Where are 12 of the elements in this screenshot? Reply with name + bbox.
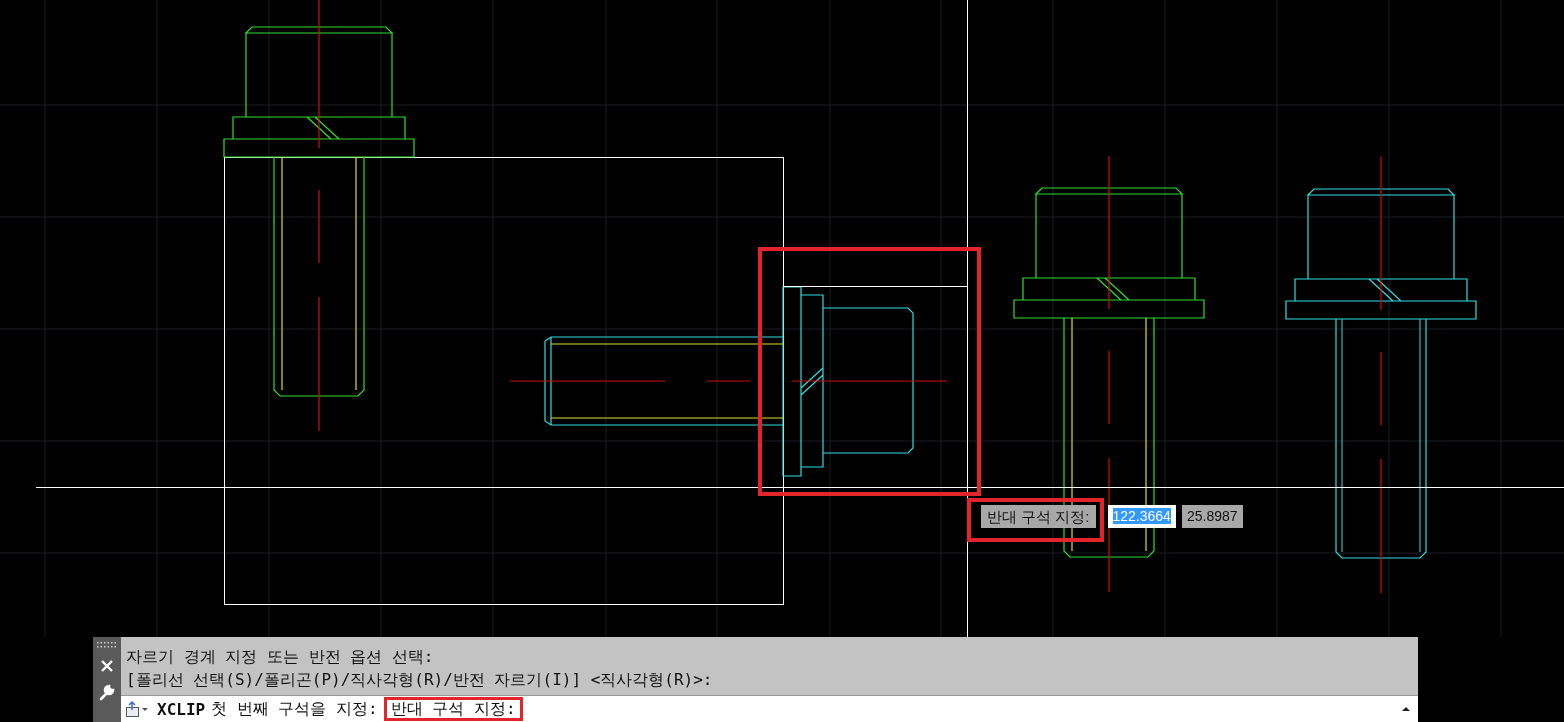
command-icon[interactable]	[125, 700, 151, 718]
grip-icon[interactable]	[97, 641, 117, 649]
close-icon[interactable]	[100, 659, 114, 673]
history-arrow-icon[interactable]	[1400, 704, 1412, 714]
wrench-icon[interactable]	[98, 683, 116, 701]
command-history-line: [폴리선 선택(S)/폴리곤(P)/직사각형(R)/반전 자르기(I)] <직사각형(R)>:	[126, 669, 714, 691]
command-history-line: 자르기 경계 지정 또는 반전 옵션 선택:	[126, 646, 435, 668]
command-prompt: 첫 번째 구석을 지정:	[211, 698, 378, 720]
coordinate-field[interactable]: 25.8987	[1181, 505, 1243, 528]
command-input-field[interactable]: 반대 구석 지정:	[383, 697, 523, 721]
command-name: XCLIP	[157, 699, 206, 719]
dynamic-input-prompt: 반대 구석 지정:	[981, 505, 1096, 528]
